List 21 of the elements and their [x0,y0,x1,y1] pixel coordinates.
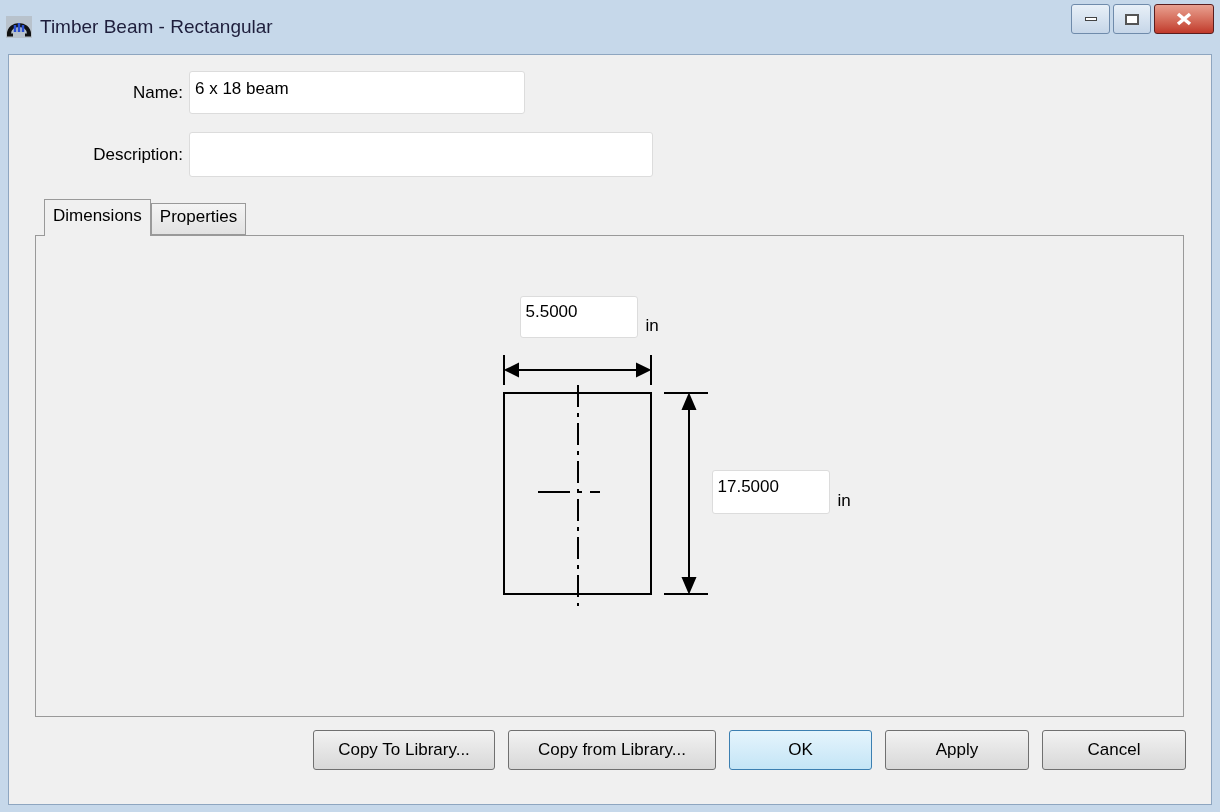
window-title: Timber Beam - Rectangular [40,14,273,39]
height-field[interactable]: 17.5000 [711,470,830,514]
tab[interactable]: Properties [150,203,247,235]
text-field[interactable]: 6 x 18 beam [189,71,525,114]
width-field[interactable]: 5.5000 [519,296,638,338]
dialog-button[interactable]: OK [729,730,872,770]
close-icon [1175,12,1193,26]
field-label: Name: [131,81,183,104]
unit-label: in [837,490,851,512]
app-icon [6,16,32,38]
maximize-button[interactable] [1113,4,1151,34]
minimize-button[interactable] [1071,4,1110,34]
tab[interactable]: Dimensions [44,199,151,236]
close-button[interactable] [1154,4,1214,34]
dialog-button[interactable]: Apply [885,730,1029,770]
dialog-button[interactable]: Copy To Library... [313,730,495,770]
unit-label: in [645,315,659,337]
dialog-button[interactable]: Cancel [1042,730,1186,770]
field-label: Description: [92,143,183,166]
text-field[interactable] [189,132,653,177]
dialog-button[interactable]: Copy from Library... [508,730,716,770]
